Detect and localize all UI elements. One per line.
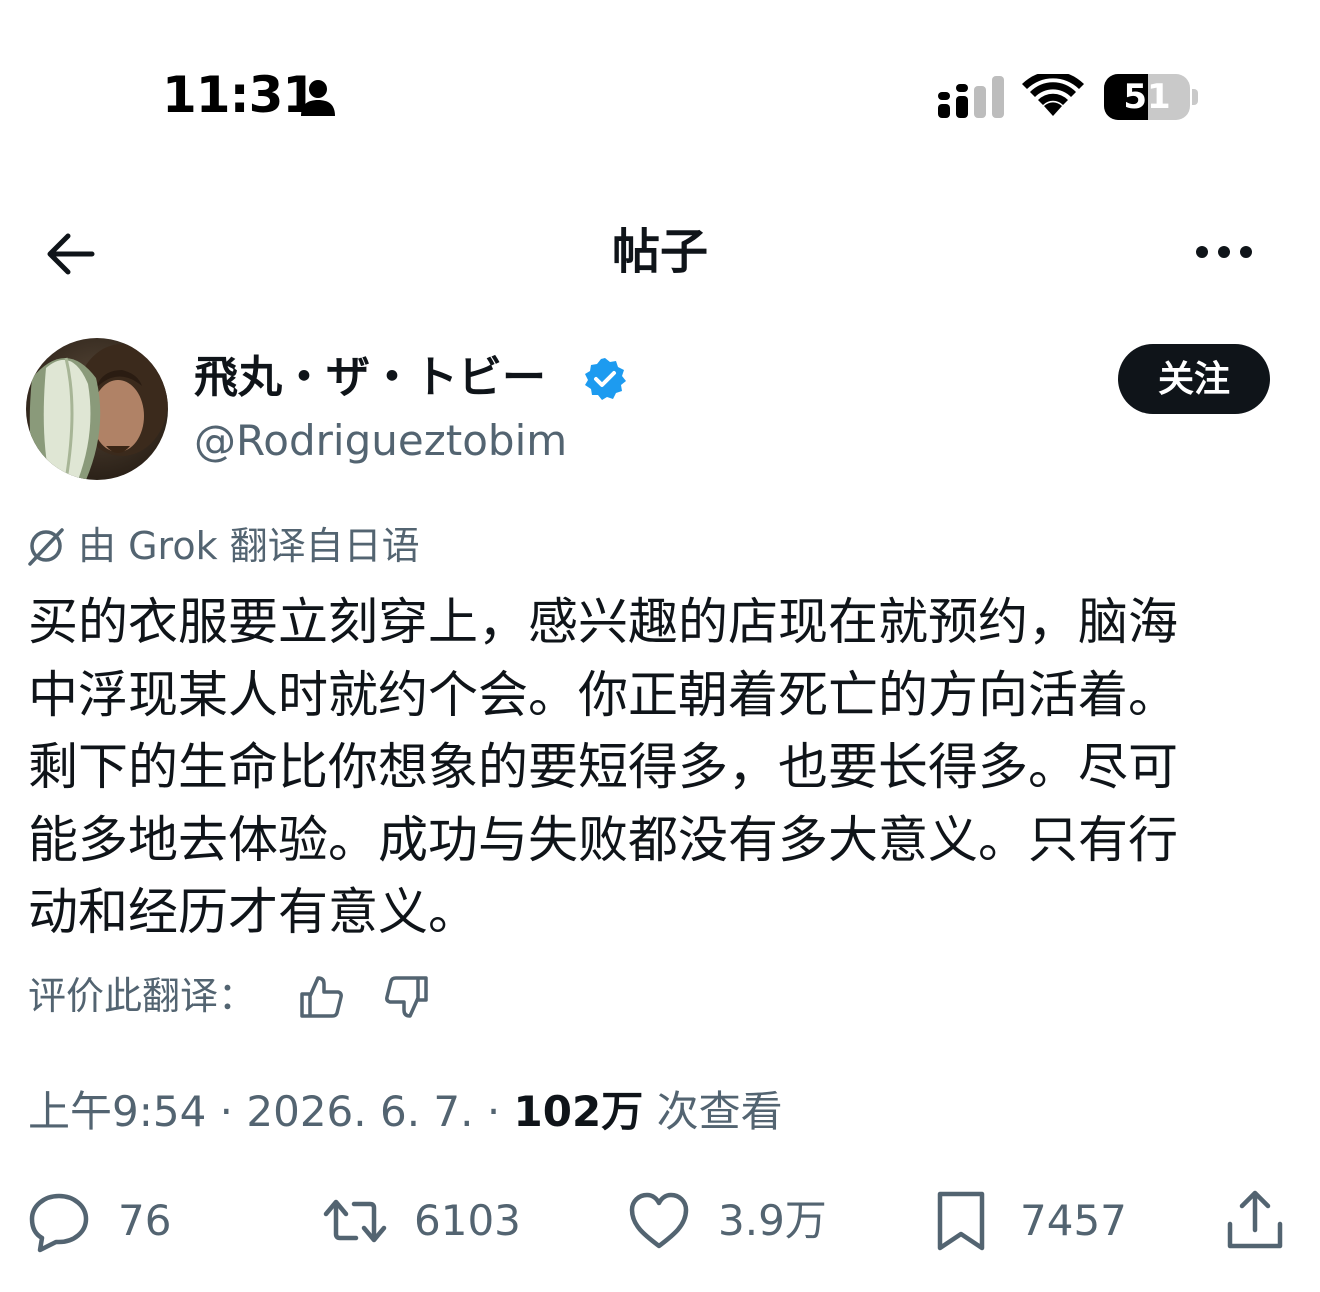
heart-icon: [629, 1192, 689, 1249]
share-button[interactable]: [1222, 1186, 1288, 1256]
share-icon: [1227, 1190, 1283, 1249]
views-label: 次查看: [643, 1087, 783, 1136]
views-count[interactable]: 102万: [514, 1087, 644, 1136]
post-meta: 上午9:54 · 2026. 6. 7. · 102万 次查看: [28, 1084, 783, 1140]
post-time: 上午9:54: [28, 1087, 207, 1136]
wifi-icon: [1022, 74, 1084, 116]
translation-note[interactable]: 由 Grok 翻译自日语: [78, 520, 420, 572]
post-text-line: 中浮现某人时就约个会。你正朝着死亡的方向活着。: [28, 665, 1178, 724]
like-button[interactable]: 3.9万: [626, 1186, 827, 1256]
repost-icon: [323, 1199, 387, 1243]
grok-icon: [28, 528, 64, 566]
verified-badge-icon: [585, 358, 626, 400]
avatar[interactable]: [26, 338, 168, 480]
battery-indicator: 51: [1104, 74, 1200, 120]
author-handle[interactable]: @Rodrigueztobim: [194, 414, 567, 468]
bookmark-icon: [937, 1191, 985, 1251]
author-display-name[interactable]: 飛丸・ザ・トビー: [194, 350, 546, 406]
back-arrow-icon[interactable]: [40, 222, 104, 286]
follow-button[interactable]: 关注: [1118, 344, 1270, 414]
more-options-icon[interactable]: [1192, 232, 1256, 272]
like-count: 3.9万: [718, 1196, 827, 1245]
battery-cap: [1192, 89, 1198, 105]
person-icon: [301, 80, 335, 116]
status-time: 11:31: [162, 66, 317, 124]
cellular-signal-icon: [938, 76, 1004, 118]
post-text: 买的衣服要立刻穿上，感兴趣的店现在就预约，脑海 中浮现某人时就约个会。你正朝着死…: [28, 586, 1278, 949]
thumbs-up-icon[interactable]: [296, 972, 346, 1022]
rate-translation-label: 评价此翻译：: [28, 974, 257, 1018]
repost-count: 6103: [414, 1196, 521, 1245]
bookmark-button[interactable]: 7457: [928, 1186, 1127, 1256]
repost-button[interactable]: 6103: [322, 1186, 521, 1256]
meta-separator: ·: [473, 1087, 514, 1136]
reply-icon: [29, 1193, 89, 1253]
bookmark-count: 7457: [1020, 1196, 1127, 1245]
reply-count: 76: [118, 1196, 172, 1245]
post-text-line: 剩下的生命比你想象的要短得多，也要长得多。尽可: [28, 738, 1178, 796]
post-text-line: 买的衣服要立刻穿上，感兴趣的店现在就预约，脑海: [28, 593, 1178, 651]
battery-body: 51: [1104, 74, 1190, 120]
post-text-line: 能多地去体验。成功与失败都没有多大意义。只有行: [28, 810, 1178, 869]
page-title: 帖子: [611, 224, 708, 280]
post-text-line: 动和经历才有意义。: [28, 883, 478, 941]
reply-button[interactable]: 76: [26, 1186, 171, 1256]
meta-separator: ·: [206, 1087, 247, 1136]
post-date: 2026. 6. 7.: [246, 1087, 474, 1136]
battery-level: 51: [1123, 77, 1171, 117]
thumbs-down-icon[interactable]: [382, 972, 432, 1022]
